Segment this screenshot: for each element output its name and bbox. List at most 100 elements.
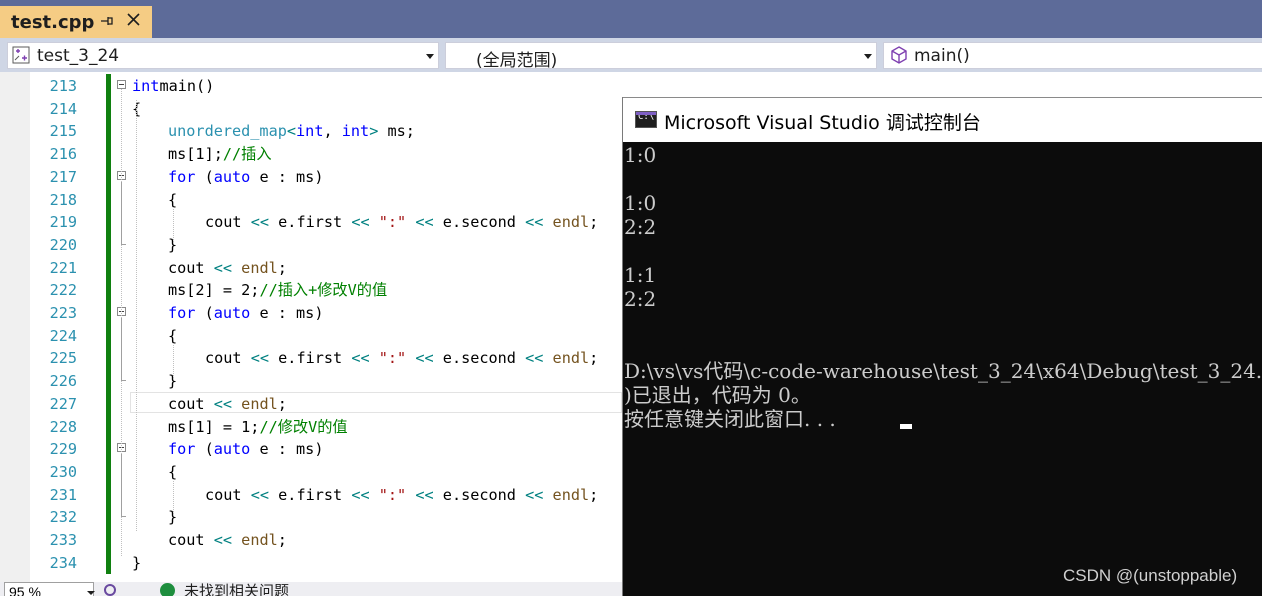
- tab-test-cpp[interactable]: test.cpp: [0, 6, 152, 38]
- code-text: cout << endl;: [168, 531, 287, 549]
- code-text: cout << e.first << ":" << e.second << en…: [205, 485, 599, 504]
- outline-bracket: [121, 318, 126, 382]
- chevron-down-icon: [864, 54, 872, 59]
- outline-bracket: [121, 454, 126, 518]
- line-number: 222: [49, 281, 77, 300]
- line-number: 218: [49, 190, 77, 209]
- document-tab-strip: test.cpp: [0, 0, 1262, 38]
- code-line[interactable]: 216 ms[1];//插入: [0, 143, 620, 166]
- line-number: 232: [49, 508, 77, 527]
- code-text: unordered_map<int, int> ms;: [168, 122, 415, 141]
- indent-guide: [136, 100, 137, 532]
- code-line[interactable]: 218{: [0, 189, 620, 212]
- cube-icon: [890, 46, 908, 64]
- indent-guide: [173, 478, 174, 517]
- console-title-bar[interactable]: Microsoft Visual Studio 调试控制台: [623, 97, 1262, 142]
- code-line[interactable]: 228 ms[1] = 1;//修改V的值: [0, 416, 620, 439]
- line-number: 220: [49, 235, 77, 254]
- code-text: for (auto e : ms): [168, 167, 324, 186]
- console-line: 按任意键关闭此窗口. . .: [624, 407, 836, 431]
- code-text: cout << endl;: [168, 394, 287, 413]
- code-line[interactable]: 219 cout << e.first << ":" << e.second <<…: [0, 211, 620, 234]
- code-text: cout << endl;: [168, 258, 287, 277]
- line-number: 227: [49, 394, 77, 413]
- line-number: 213: [49, 77, 77, 95]
- code-text: cout << e.first << ":" << e.second << en…: [205, 349, 599, 368]
- line-number: 231: [49, 485, 77, 504]
- scope-label: (全局范围): [476, 51, 558, 71]
- scope-dropdown[interactable]: (全局范围): [445, 42, 877, 71]
- outline-bracket: [121, 181, 126, 245]
- console-output[interactable]: 1:0 1:0 2:2 1:1 2:2 D:\vs\vs代码\c-code-warehou…: [623, 142, 1262, 596]
- line-number: 228: [49, 417, 77, 436]
- line-number: 219: [49, 213, 77, 232]
- console-line: 1:1: [624, 263, 657, 287]
- line-number: 214: [49, 99, 77, 118]
- code-line[interactable]: 215 unordered_map<int, int> ms;: [0, 120, 620, 143]
- zoom-level: 95 %: [9, 584, 41, 596]
- member-dropdown[interactable]: main(): [883, 42, 1262, 69]
- code-line[interactable]: 222 ms[2] = 2;//插入+修改V的值: [0, 279, 620, 302]
- console-line: 1:0: [624, 143, 657, 167]
- line-number: 221: [49, 258, 77, 277]
- project-label: test_3_24: [37, 46, 120, 66]
- member-label: main(): [914, 46, 970, 66]
- line-number: 225: [49, 349, 77, 368]
- console-line: )已退出，代码为 0。: [624, 383, 811, 407]
- indent-guide: [173, 342, 174, 381]
- code-text: ms[1];//插入: [168, 145, 272, 164]
- line-number: 217: [49, 167, 77, 186]
- code-line[interactable]: 214{: [0, 98, 620, 121]
- close-icon[interactable]: [125, 11, 143, 29]
- zoom-dropdown[interactable]: 95 %: [4, 582, 95, 596]
- chevron-down-icon: [87, 591, 95, 595]
- code-line[interactable]: 220}: [0, 234, 620, 257]
- check-circle-icon: [160, 583, 175, 596]
- code-line[interactable]: 213 intmain(): [0, 75, 620, 98]
- code-line[interactable]: 221 cout << endl;: [0, 257, 620, 280]
- code-text: ms[1] = 1;//修改V的值: [168, 417, 348, 436]
- project-dropdown[interactable]: test_3_24: [7, 42, 439, 69]
- code-line[interactable]: 233 cout << endl;: [0, 529, 620, 552]
- code-line[interactable]: 224{: [0, 325, 620, 348]
- code-line[interactable]: 217 for (auto e : ms): [0, 166, 620, 189]
- code-line[interactable]: 234}: [0, 552, 620, 575]
- line-number: 233: [49, 531, 77, 549]
- code-text: for (auto e : ms): [168, 304, 324, 322]
- code-text: intmain(): [132, 77, 215, 95]
- code-text: ms[2] = 2;//插入+修改V的值: [168, 281, 388, 300]
- chevron-down-icon: [426, 54, 434, 59]
- collapse-icon[interactable]: [117, 80, 126, 89]
- console-line: 2:2: [624, 287, 657, 311]
- debug-console-window[interactable]: Microsoft Visual Studio 调试控制台 1:01:02:21…: [622, 97, 1262, 596]
- tab-title: test.cpp: [11, 12, 95, 33]
- code-text: }: [132, 553, 142, 572]
- line-number: 216: [49, 145, 77, 164]
- code-line[interactable]: 232}: [0, 506, 620, 529]
- watermark: CSDN @(unstoppable): [1063, 566, 1238, 585]
- line-number: 215: [49, 122, 77, 141]
- line-number: 224: [49, 326, 77, 345]
- line-number: 230: [49, 462, 77, 481]
- code-line[interactable]: 227 cout << endl;: [0, 393, 620, 416]
- code-text: for (auto e : ms): [168, 440, 324, 459]
- code-analysis-icon[interactable]: [104, 584, 116, 596]
- code-line[interactable]: 229 for (auto e : ms): [0, 438, 620, 461]
- console-line: 1:0: [624, 191, 657, 215]
- console-app-icon: [635, 111, 657, 128]
- code-line[interactable]: 231 cout << e.first << ":" << e.second <<…: [0, 484, 620, 507]
- code-line[interactable]: 226}: [0, 370, 620, 393]
- console-title: Microsoft Visual Studio 调试控制台: [664, 112, 981, 134]
- line-number: 223: [49, 304, 77, 322]
- line-number: 229: [49, 440, 77, 459]
- code-line[interactable]: 225 cout << e.first << ":" << e.second <<…: [0, 347, 620, 370]
- console-cursor: [900, 424, 912, 429]
- line-number: 234: [49, 553, 77, 572]
- line-number: 226: [49, 372, 77, 391]
- issues-status[interactable]: 未找到相关问题: [184, 582, 289, 596]
- pin-icon[interactable]: [100, 14, 114, 28]
- code-line[interactable]: 223 for (auto e : ms): [0, 302, 620, 325]
- code-line[interactable]: 230{: [0, 461, 620, 484]
- code-text: cout << e.first << ":" << e.second << en…: [205, 213, 599, 232]
- console-line: 2:2: [624, 215, 657, 239]
